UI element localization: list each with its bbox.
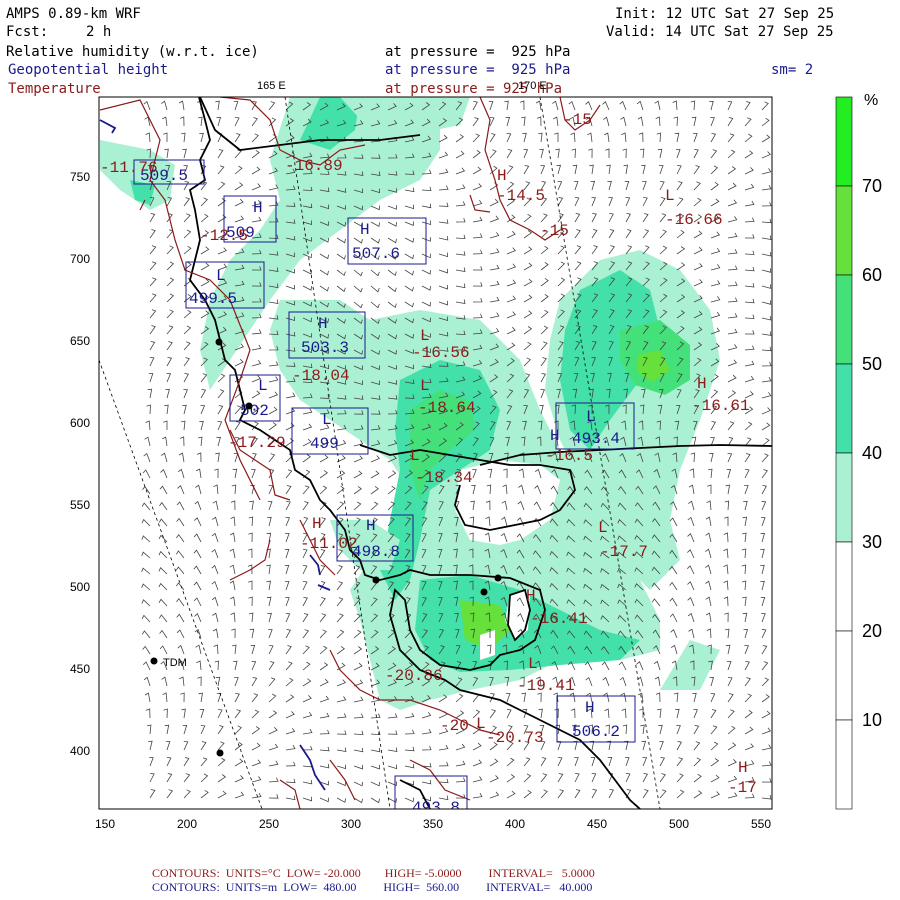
svg-text:H: H <box>550 427 560 445</box>
height-label: 507.6 <box>352 245 400 263</box>
svg-text:H: H <box>697 375 707 393</box>
x-tick-label: 200 <box>177 817 197 831</box>
svg-text:L: L <box>216 267 226 285</box>
temperature-label: -14.5 <box>497 187 545 205</box>
plot-area: 509.5 509 507.6 499.5 503.3 502 499 493.… <box>99 97 772 817</box>
temperature-label: -16.89 <box>285 157 343 175</box>
svg-text:L: L <box>528 655 538 673</box>
colorbar-tick-label: 50 <box>862 354 882 374</box>
x-tick-label: 300 <box>341 817 361 831</box>
svg-text:L: L <box>410 447 420 465</box>
colorbar-tick-label: 20 <box>862 621 882 641</box>
temperature-label: -20.86 <box>385 667 443 685</box>
svg-text:H: H <box>738 759 748 777</box>
colorbar-unit: % <box>864 92 878 109</box>
svg-text:L: L <box>322 411 332 429</box>
svg-text:H: H <box>585 699 595 717</box>
height-label: 506.2 <box>572 723 620 741</box>
svg-text:H: H <box>497 167 507 185</box>
svg-text:H: H <box>318 315 328 333</box>
svg-text:H: H <box>312 515 322 533</box>
colorbar-segment <box>835 630 853 721</box>
temperature-label: -18.34 <box>415 469 473 487</box>
temperature-label: -16.5 <box>545 447 593 465</box>
height-label: 498.8 <box>352 543 400 561</box>
y-tick-label: 500 <box>70 580 90 594</box>
colorbar-tick-label: 10 <box>862 710 882 730</box>
temperature-label: -15 <box>563 111 592 129</box>
footer-temp-contours: CONTOURS: UNITS=°C LOW= -20.000 HIGH= -5… <box>152 866 595 880</box>
y-axis: 750 700 650 600 550 500 450 400 <box>70 170 90 758</box>
colorbar-tick-label: 70 <box>862 176 882 196</box>
colorbar-segment <box>835 185 853 276</box>
colorbar-segment <box>835 274 853 365</box>
footer-height-contours: CONTOURS: UNITS=m LOW= 480.00 HIGH= 560.… <box>152 880 593 894</box>
x-tick-label: 250 <box>259 817 279 831</box>
height-label: 503.3 <box>301 339 349 357</box>
svg-text:H: H <box>253 199 263 217</box>
y-tick-label: 450 <box>70 662 90 676</box>
svg-text:L: L <box>598 519 608 537</box>
x-axis: 150 200 250 300 350 400 450 500 550 <box>95 817 771 831</box>
svg-text:L: L <box>586 408 596 426</box>
temperature-label: -20 <box>440 717 469 735</box>
colorbar-segment <box>835 719 853 810</box>
x-tick-label: 150 <box>95 817 115 831</box>
temperature-label: -17.7 <box>600 543 648 561</box>
colorbar-tick-label: 40 <box>862 443 882 463</box>
temperature-label: -17 <box>728 779 757 797</box>
colorbar-tick-label: 60 <box>862 265 882 285</box>
temperature-label: -16.56 <box>412 344 470 362</box>
y-tick-label: 600 <box>70 416 90 430</box>
temperature-label: -12.5 <box>200 227 248 245</box>
svg-text:L: L <box>258 377 268 395</box>
svg-text:H: H <box>366 517 376 535</box>
svg-text:H: H <box>360 221 370 239</box>
x-tick-label: 450 <box>587 817 607 831</box>
x-tick-label: 550 <box>751 817 771 831</box>
y-tick-label: 700 <box>70 252 90 266</box>
colorbar-segment <box>835 363 853 454</box>
weather-map: 165 E 170 E 509.5 509 507.6 499.5 503.3 … <box>70 80 882 831</box>
y-tick-label: 650 <box>70 334 90 348</box>
temperature-label: -18.04 <box>292 367 350 385</box>
temperature-label: -16.61 <box>692 397 750 415</box>
station-label-tdm: TDM <box>163 657 187 669</box>
svg-text:L: L <box>665 187 675 205</box>
rh-colorbar: 10 20 30 40 50 60 70 <box>835 96 882 810</box>
height-label: 502 <box>240 402 269 420</box>
temperature-label: -16.41 <box>530 610 588 628</box>
temperature-label: -19.41 <box>517 677 575 695</box>
lon-170-label: 170 E <box>518 80 547 92</box>
temperature-label: -20.73 <box>486 729 544 747</box>
x-tick-label: 400 <box>505 817 525 831</box>
lon-165-label: 165 E <box>257 80 286 92</box>
temperature-label: -11.02 <box>300 535 358 553</box>
svg-text:H: H <box>526 587 536 605</box>
colorbar-segment <box>835 452 853 543</box>
svg-text:L: L <box>420 377 430 395</box>
x-tick-label: 350 <box>423 817 443 831</box>
height-label: 499.5 <box>189 290 237 308</box>
temperature-label: -18.64 <box>418 399 476 417</box>
temperature-label: -11.76 <box>100 159 158 177</box>
svg-text:L: L <box>476 715 486 733</box>
temperature-label: -15 <box>540 222 569 240</box>
colorbar-segment <box>835 96 853 187</box>
y-tick-label: 400 <box>70 744 90 758</box>
height-label: 499 <box>310 435 339 453</box>
height-label: 493.4 <box>572 430 620 448</box>
height-label: 493.8 <box>412 799 460 817</box>
y-tick-label: 750 <box>70 170 90 184</box>
y-tick-label: 550 <box>70 498 90 512</box>
temperature-label: -17.29 <box>228 434 286 452</box>
x-tick-label: 500 <box>669 817 689 831</box>
colorbar-segment <box>835 541 853 632</box>
svg-text:L: L <box>420 327 430 345</box>
colorbar-tick-label: 30 <box>862 532 882 552</box>
temperature-label: -16.66 <box>665 211 723 229</box>
